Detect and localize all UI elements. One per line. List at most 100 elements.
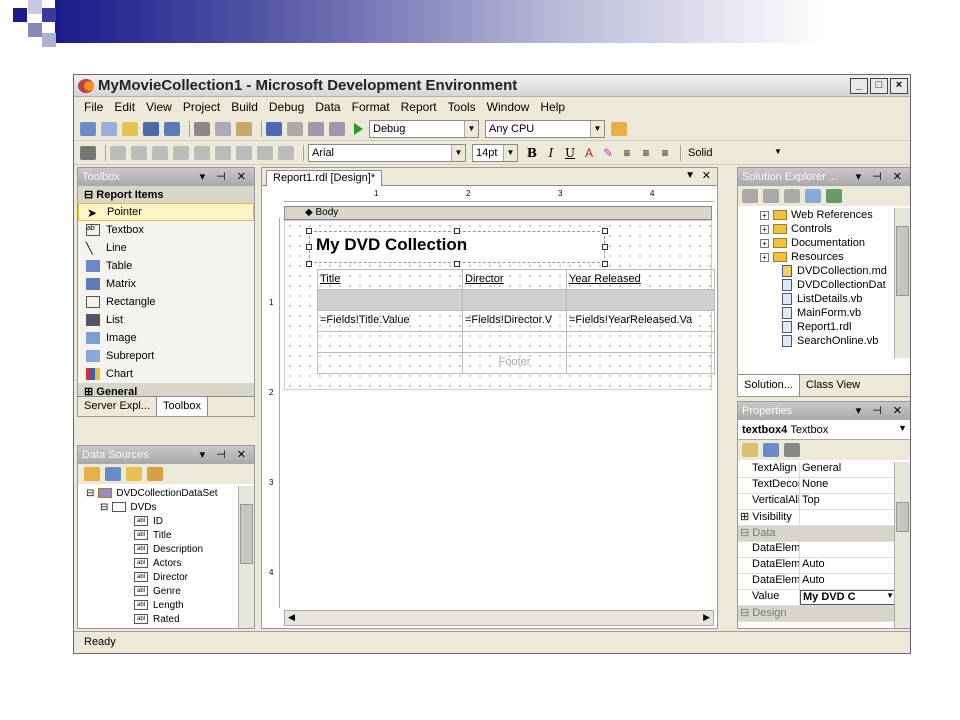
tree-node-file[interactable]: ListDetails.vb <box>738 292 894 306</box>
resize-handle[interactable] <box>306 228 312 234</box>
tree-node-field[interactable]: abl ID <box>78 514 240 528</box>
property-pages-icon[interactable] <box>784 443 800 457</box>
add-data-source-icon[interactable] <box>84 467 100 481</box>
detail-cell-director[interactable]: =Fields!Director.V <box>463 311 567 331</box>
vertical-scrollbar[interactable] <box>894 462 910 628</box>
property-category-data[interactable]: ⊟ Data <box>738 526 896 542</box>
menu-view[interactable]: View <box>146 100 172 114</box>
save-all-icon[interactable] <box>164 121 180 136</box>
resize-handle[interactable] <box>602 261 608 267</box>
minimize-button[interactable]: _ <box>850 77 868 94</box>
tree-node-controls[interactable]: + Controls <box>738 222 894 236</box>
property-value[interactable]: Top <box>800 494 896 509</box>
save-icon[interactable] <box>143 121 159 136</box>
resize-handle[interactable] <box>454 261 460 267</box>
configure-icon[interactable] <box>126 467 142 481</box>
menu-data[interactable]: Data <box>315 100 340 114</box>
property-row[interactable]: TextAlign General <box>738 462 896 478</box>
table-cell[interactable] <box>567 290 715 310</box>
tree-node-web-references[interactable]: + Web References <box>738 208 894 222</box>
tree-node-dataset[interactable]: ⊟ DVDCollectionDataSet <box>78 486 240 500</box>
center-horizontally-icon[interactable] <box>278 145 294 160</box>
tree-node-field[interactable]: abl Actors <box>78 556 240 570</box>
toolbox-item-textbox[interactable]: ab Textbox <box>78 221 254 239</box>
resize-handle[interactable] <box>602 228 608 234</box>
property-row[interactable]: DataElemerAuto <box>738 558 896 574</box>
maximize-button[interactable]: □ <box>870 77 888 94</box>
property-value-editor[interactable]: My DVD C ▼ <box>800 590 896 605</box>
resize-handle[interactable] <box>306 244 312 250</box>
detail-cell-year[interactable]: =Fields!YearReleased.Va <box>567 311 715 331</box>
toolbox-section-report-items[interactable]: ⊟ Report Items <box>78 186 254 203</box>
copy-icon[interactable] <box>215 121 231 136</box>
horizontal-scrollbar[interactable]: ◀ ▶ <box>284 610 714 626</box>
resize-handle[interactable] <box>306 261 312 267</box>
property-value[interactable]: General <box>800 462 896 477</box>
tree-node-resources[interactable]: + Resources <box>738 250 894 264</box>
open-icon[interactable] <box>122 121 138 136</box>
panel-controls[interactable]: ▾ ⊣ ✕ <box>200 170 250 183</box>
view-code-icon[interactable] <box>805 189 821 203</box>
header-cell-year[interactable]: Year Released <box>567 270 715 289</box>
report-table[interactable]: Title Director Year Released =Fields!Tit… <box>317 269 715 374</box>
tab-toolbox[interactable]: Toolbox <box>157 397 208 416</box>
align-centers-icon[interactable] <box>131 145 147 160</box>
navigate-back-icon[interactable] <box>308 121 324 136</box>
scroll-right-icon[interactable]: ▶ <box>703 612 710 623</box>
edit-dataset-icon[interactable] <box>105 467 121 481</box>
tree-node-field[interactable]: abl Genre <box>78 584 240 598</box>
table-cell[interactable] <box>567 332 715 352</box>
font-size-select[interactable]: 14pt ▼ <box>472 143 518 162</box>
tab-solution[interactable]: Solution... <box>738 375 800 396</box>
italic-button[interactable]: I <box>543 145 559 161</box>
configuration-select[interactable]: Debug ▼ <box>369 119 479 138</box>
toolbox-item-list[interactable]: List <box>78 311 254 329</box>
bold-button[interactable]: B <box>524 145 540 161</box>
table-cell[interactable] <box>317 332 463 352</box>
vertical-scrollbar[interactable] <box>894 208 910 358</box>
resize-handle[interactable] <box>454 228 460 234</box>
detail-cell-title[interactable]: =Fields!Title.Value <box>317 311 463 331</box>
toolbox-item-table[interactable]: Table <box>78 257 254 275</box>
table-cell[interactable] <box>463 290 567 310</box>
panel-controls[interactable]: ▾ ⊣ ✕ <box>856 170 906 183</box>
alphabetical-icon[interactable] <box>763 443 779 457</box>
view-designer-icon[interactable] <box>826 189 842 203</box>
menu-window[interactable]: Window <box>487 100 530 114</box>
tree-node-table[interactable]: ⊟ DVDs <box>78 500 240 514</box>
font-family-select[interactable]: Arial ▼ <box>308 143 466 162</box>
menu-report[interactable]: Report <box>401 100 437 114</box>
menu-debug[interactable]: Debug <box>269 100 304 114</box>
header-cell-title[interactable]: Title <box>317 270 463 289</box>
layout-icon[interactable] <box>80 145 96 160</box>
tree-node-field[interactable]: abl Title <box>78 528 240 542</box>
close-document-icon[interactable]: ✕ <box>702 169 711 182</box>
categorized-icon[interactable] <box>742 443 758 457</box>
tree-node-file[interactable]: SearchOnline.vb <box>738 334 894 348</box>
new-project-icon[interactable] <box>80 121 96 136</box>
properties-icon[interactable] <box>742 189 758 203</box>
align-middles-icon[interactable] <box>194 145 210 160</box>
tree-node-file[interactable]: DVDCollection.md <box>738 264 894 278</box>
platform-select[interactable]: Any CPU ▼ <box>485 119 605 138</box>
tab-report1-design[interactable]: Report1.rdl [Design]* <box>266 170 383 186</box>
align-bottoms-icon[interactable] <box>215 145 231 160</box>
tab-dropdown-icon[interactable]: ▼ <box>685 170 695 181</box>
table-cell[interactable] <box>463 332 567 352</box>
toolbox-item-pointer[interactable]: ➤ Pointer <box>78 203 254 221</box>
size-to-grid-icon[interactable] <box>257 145 273 160</box>
refresh-icon[interactable] <box>147 467 163 481</box>
toolbox-item-line[interactable]: ╲ Line <box>78 239 254 257</box>
collapse-icon[interactable]: ⊟ <box>740 527 749 539</box>
panel-controls[interactable]: ▾ ⊣ ✕ <box>200 448 250 461</box>
menu-tools[interactable]: Tools <box>448 100 476 114</box>
tree-node-field[interactable]: abl Length <box>78 598 240 612</box>
scroll-thumb[interactable] <box>896 226 909 296</box>
property-row-visibility[interactable]: ⊞ Visibility <box>738 510 896 526</box>
property-value[interactable]: Auto <box>800 574 896 589</box>
foreground-color-icon[interactable]: A <box>581 145 597 161</box>
toolbox-item-subreport[interactable]: Subreport <box>78 347 254 365</box>
tree-node-file[interactable]: DVDCollectionDat <box>738 278 894 292</box>
property-row[interactable]: TextDecoraNone <box>738 478 896 494</box>
paste-icon[interactable] <box>236 121 252 136</box>
